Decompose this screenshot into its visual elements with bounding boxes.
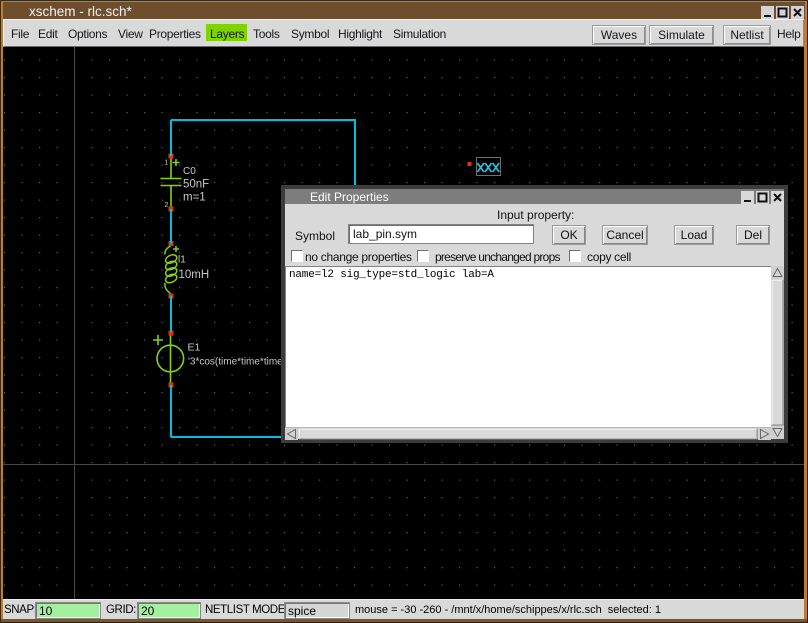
svg-text:C0: C0 (183, 166, 196, 177)
svg-text:'3*cos(time*time*time)': '3*cos(time*time*time)' (188, 357, 288, 368)
svg-text:l1: l1 (178, 255, 186, 266)
svg-text:10mH: 10mH (179, 269, 210, 281)
svg-text:m=1: m=1 (183, 192, 206, 204)
svg-text:50nF: 50nF (183, 179, 209, 191)
svg-text:1: 1 (165, 160, 169, 167)
svg-text:E1: E1 (188, 342, 201, 354)
svg-text:2: 2 (165, 202, 169, 209)
